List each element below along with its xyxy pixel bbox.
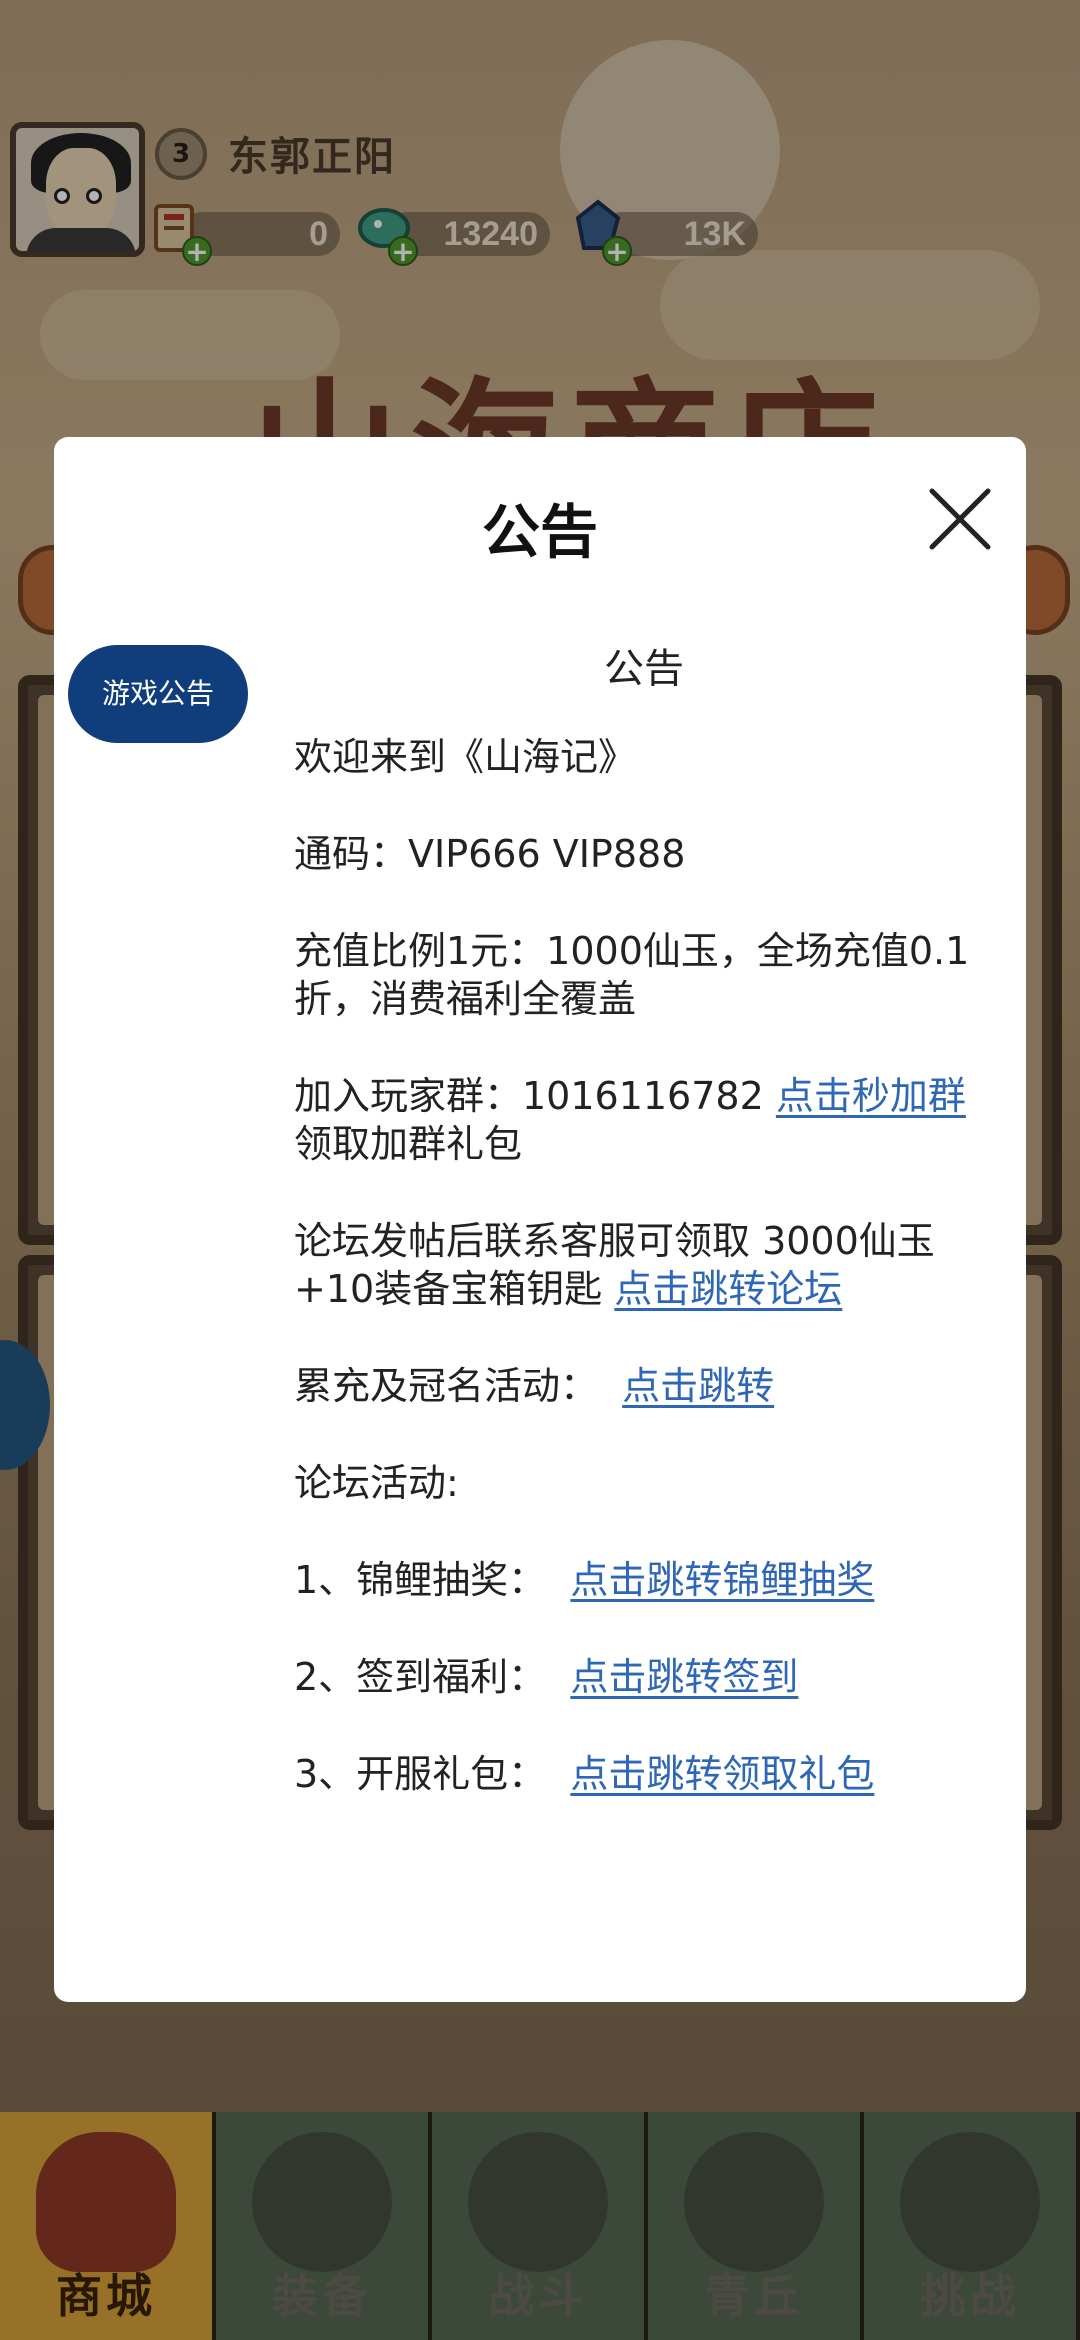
recharge-text: 充值比例1元：1000仙玉，全场充值0.1折，消费福利全覆盖 xyxy=(294,929,970,1021)
activity-item-launch-gift: 3、开服礼包： 点击跳转领取礼包 xyxy=(294,1750,994,1798)
announcement-heading: 公告 xyxy=(604,646,684,692)
codes-text: 通码：VIP666 VIP888 xyxy=(294,832,686,876)
welcome-text: 欢迎来到《山海记》 xyxy=(294,735,637,779)
forum-paragraph: 论坛发帖后联系客服可领取 3000仙玉+10装备宝箱钥匙 点击跳转论坛 xyxy=(294,1217,994,1313)
close-icon[interactable] xyxy=(928,487,992,551)
join-group-paragraph: 加入玩家群：1016116782 点击秒加群 领取加群礼包 xyxy=(294,1072,994,1168)
join-group-link[interactable]: 点击秒加群 xyxy=(776,1074,966,1118)
signin-link[interactable]: 点击跳转签到 xyxy=(570,1655,798,1699)
cumulative-text: 累充及冠名活动： xyxy=(294,1364,623,1408)
dialog-title: 公告 xyxy=(481,498,598,566)
launch-gift-link[interactable]: 点击跳转领取礼包 xyxy=(570,1752,874,1796)
cumulative-link[interactable]: 点击跳转 xyxy=(622,1364,774,1408)
activity-item-label: 1、锦鲤抽奖： xyxy=(294,1558,571,1602)
group-text: 加入玩家群：1016116782 xyxy=(294,1074,776,1118)
activity-item-koi: 1、锦鲤抽奖： 点击跳转锦鲤抽奖 xyxy=(294,1556,994,1604)
koi-lottery-link[interactable]: 点击跳转锦鲤抽奖 xyxy=(570,1558,874,1602)
tab-game-announcement[interactable]: 游戏公告 xyxy=(68,645,248,743)
activity-item-label: 2、签到福利： xyxy=(294,1655,571,1699)
announcement-content: 公告 欢迎来到《山海记》 通码：VIP666 VIP888 充值比例1元：100… xyxy=(294,637,994,1847)
forum-link[interactable]: 点击跳转论坛 xyxy=(614,1267,842,1311)
announcement-dialog: 公告 游戏公告 公告 欢迎来到《山海记》 通码：VIP666 VIP888 充值… xyxy=(54,437,1026,2002)
activity-item-label: 3、开服礼包： xyxy=(294,1752,571,1796)
forum-activity-heading: 论坛活动: xyxy=(294,1461,459,1505)
group-gift-text: 领取加群礼包 xyxy=(294,1122,523,1166)
activity-item-signin: 2、签到福利： 点击跳转签到 xyxy=(294,1653,994,1701)
cumulative-paragraph: 累充及冠名活动： 点击跳转 xyxy=(294,1362,994,1410)
